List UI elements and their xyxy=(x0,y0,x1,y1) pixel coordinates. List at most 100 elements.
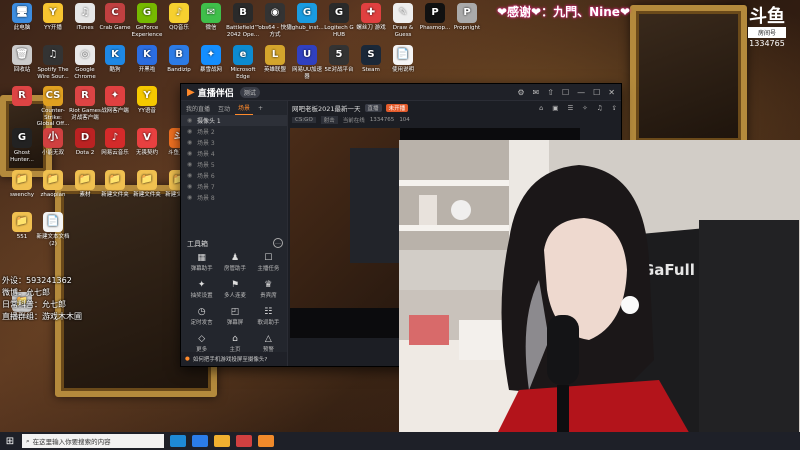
app-tab[interactable]: 互动 xyxy=(215,102,233,115)
desktop-icon[interactable]: 📁 素材 xyxy=(68,170,102,199)
stream-title[interactable]: 网吧老板2021最新一天 xyxy=(292,103,361,113)
tool-button[interactable]: ◷ 定时发言 xyxy=(185,307,218,326)
visibility-eye-icon[interactable]: ◉ xyxy=(187,139,193,146)
visibility-eye-icon[interactable]: ◉ xyxy=(187,117,193,124)
app-tab[interactable]: 我的直播 xyxy=(183,102,213,115)
desktop-icon[interactable]: ♪ 网易云音乐 xyxy=(98,128,132,157)
desktop-icon[interactable]: Glghub_inst... xyxy=(290,3,324,32)
list-icon[interactable]: ☰ xyxy=(567,104,573,112)
visibility-eye-icon[interactable]: ◉ xyxy=(187,161,193,168)
desktop-icon[interactable]: 📄 新建文本文档 (2) xyxy=(36,212,70,247)
mobile-cast-hint-link[interactable]: ● 如何把手机游戏投屏至摄像头? xyxy=(181,352,287,366)
visibility-eye-icon[interactable]: ◉ xyxy=(187,194,193,201)
tool-button[interactable]: ◰ 弹幕屏 xyxy=(218,307,251,326)
toolbox-more-icon[interactable]: … xyxy=(273,238,283,248)
taskbar-app-icon[interactable] xyxy=(214,435,230,447)
desktop-icon[interactable]: 📁 新建文件夹 xyxy=(130,170,164,199)
window-control-icon[interactable]: ✕ xyxy=(608,88,615,97)
scene-row[interactable]: ◉ 场景 5 xyxy=(181,159,287,170)
visibility-eye-icon[interactable]: ◉ xyxy=(187,172,193,179)
scene-row[interactable]: ◉ 场景 7 xyxy=(181,181,287,192)
scene-row[interactable]: ◉ 场景 4 xyxy=(181,148,287,159)
visibility-eye-icon[interactable]: ◉ xyxy=(187,128,193,135)
taskbar-app-icon[interactable] xyxy=(236,435,252,447)
sparkle-icon[interactable]: ✧ xyxy=(582,104,587,112)
tool-button[interactable]: ▦ 弹幕助手 xyxy=(185,253,218,272)
share-icon[interactable]: ⇪ xyxy=(612,104,617,112)
visibility-eye-icon[interactable]: ◉ xyxy=(187,150,193,157)
app-tab[interactable]: 场景 xyxy=(235,101,254,115)
scene-row[interactable]: ◉ 摄像头 1 xyxy=(181,115,287,126)
desktop-icon[interactable]: G Logitech G HUB xyxy=(322,3,356,38)
scene-row[interactable]: ◉ 场景 6 xyxy=(181,170,287,181)
taskbar-app-icon[interactable] xyxy=(170,435,186,447)
tool-button[interactable]: △ 预警 xyxy=(252,334,285,353)
desktop-icon[interactable]: ◉ obs64 - 快捷方式 xyxy=(258,3,292,38)
gift-icon[interactable]: ⌂ xyxy=(539,104,543,112)
scene-row[interactable]: ◉ 场景 3 xyxy=(181,137,287,148)
tool-button[interactable]: ♛ 贵宾席 xyxy=(252,280,285,299)
desktop-icon[interactable]: 📁 swenchy xyxy=(5,170,39,199)
desktop-icon[interactable]: ✚ 螺丝刀 游戏 xyxy=(354,3,388,32)
desktop-icon[interactable]: ✦ 暴雪战网 xyxy=(194,45,228,74)
desktop-icon[interactable]: e Microsoft Edge xyxy=(226,45,260,80)
tool-button[interactable]: ⚑ 多人连麦 xyxy=(218,280,251,299)
app-titlebar[interactable]: ▶ 直播伴侣 测试 ⚙ ✉ ⇧ ☐ — ☐ ✕ xyxy=(181,84,621,101)
desktop-icon[interactable]: ✦ 战网客户端 xyxy=(98,86,132,115)
desktop-icon[interactable]: ◎ Google Chrome xyxy=(68,45,102,80)
desktop-icon[interactable]: G GeForce Experience xyxy=(130,3,164,38)
tool-button[interactable]: ♟ 房管助手 xyxy=(218,253,251,272)
desktop-icon[interactable]: Y YY开播 xyxy=(36,3,70,32)
desktop-icon[interactable]: G Ghost Hunter... xyxy=(5,128,39,163)
window-control-icon[interactable]: ☐ xyxy=(562,88,569,97)
desktop-icon[interactable]: 🖥 此电脑 xyxy=(5,3,39,32)
tool-button[interactable]: ☐ 主播任务 xyxy=(252,253,285,272)
tool-button[interactable]: ◇ 更多 xyxy=(185,334,218,353)
desktop-icon[interactable]: S Steam xyxy=(354,45,388,74)
start-button[interactable]: ⊞ xyxy=(0,436,20,447)
taskbar-search-box[interactable]: ⌕ 在这里输入你要搜索的内容 xyxy=(22,434,164,448)
desktop-icon[interactable]: ✎ Draw & Guess xyxy=(386,3,420,38)
desktop-icon[interactable]: P Phasmop... xyxy=(418,3,452,32)
window-control-icon[interactable]: ✉ xyxy=(533,88,540,97)
scene-row[interactable]: ◉ 场景 2 xyxy=(181,126,287,137)
scene-row[interactable]: ◉ 场景 8 xyxy=(181,192,287,203)
window-control-icon[interactable]: — xyxy=(577,88,585,97)
tool-button[interactable]: ⌂ 主页 xyxy=(218,334,251,353)
desktop-icon[interactable]: R xyxy=(5,86,39,108)
taskbar-app-icon[interactable] xyxy=(192,435,208,447)
desktop-icon[interactable]: 🗑 回收站 xyxy=(5,45,39,74)
window-control-icon[interactable]: ⚙ xyxy=(517,88,524,97)
tool-button[interactable]: ☷ 歌词助手 xyxy=(252,307,285,326)
desktop-icon[interactable]: B Bandizip xyxy=(162,45,196,74)
bag-icon[interactable]: ▣ xyxy=(552,104,558,112)
desktop-icon[interactable]: B Battlefield™ 2042 Ope... xyxy=(226,3,260,38)
desktop-icon[interactable]: 📄 使用说明 xyxy=(386,45,420,74)
window-control-icon[interactable]: ⇧ xyxy=(547,88,554,97)
desktop-icon[interactable]: L 英雄联盟 xyxy=(258,45,292,74)
desktop-icon[interactable]: V 无畏契约 xyxy=(130,128,164,157)
desktop-icon[interactable]: ♪ QQ音乐 xyxy=(162,3,196,32)
desktop-icon[interactable]: D Dota 2 xyxy=(68,128,102,157)
app-tab[interactable]: + xyxy=(255,103,266,114)
stream-area-chip[interactable]: 射击 xyxy=(320,115,338,124)
desktop-icon[interactable]: C Crab Game xyxy=(98,3,132,32)
desktop-icon[interactable]: K 开黑啦 xyxy=(130,45,164,74)
desktop-icon[interactable]: P Propnight xyxy=(450,3,484,32)
desktop-icon[interactable]: ✉ 微信 xyxy=(194,3,228,32)
window-control-icon[interactable]: ☐ xyxy=(593,88,600,97)
desktop-icon[interactable]: 📁 新建文件夹 xyxy=(98,170,132,199)
taskbar-app-icon[interactable] xyxy=(258,435,274,447)
desktop-icon[interactable]: U 网易UU加速器 xyxy=(290,45,324,80)
desktop-icon[interactable]: 5 5E对战平台 xyxy=(322,45,356,74)
desktop-icon[interactable]: ♫ iTunes xyxy=(68,3,102,32)
desktop-icon[interactable]: CS Counter-Strike: Global Off... xyxy=(36,86,70,128)
desktop-icon[interactable]: R Riot Games 对战客户端 xyxy=(68,86,102,121)
tool-button[interactable]: ✦ 抽奖设置 xyxy=(185,280,218,299)
desktop-icon[interactable]: ♫ Spotify The Wire Sour... xyxy=(36,45,70,80)
bell-icon[interactable]: ♫ xyxy=(597,104,603,112)
desktop-icon[interactable]: 📁 551 xyxy=(5,212,39,241)
desktop-icon[interactable]: K 酷狗 xyxy=(98,45,132,74)
desktop-icon[interactable]: 小小能无双 xyxy=(36,128,70,157)
desktop-icon[interactable]: Y YY语音 xyxy=(130,86,164,115)
